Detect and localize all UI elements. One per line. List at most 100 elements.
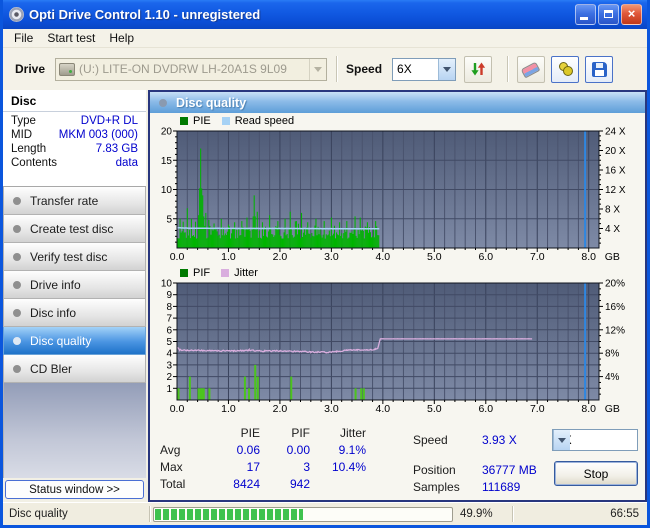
save-floppy-icon <box>591 61 607 77</box>
svg-text:8.0: 8.0 <box>581 403 596 415</box>
svg-text:4: 4 <box>166 349 172 360</box>
svg-text:16%: 16% <box>605 302 625 313</box>
drive-label: Drive <box>15 62 46 76</box>
svg-text:12 X: 12 X <box>605 185 626 196</box>
info-label: Contents <box>11 157 58 169</box>
pie-plot: 5 10 15 20 4 X 8 X 12 X 16 X 20 X 24 X 0.0 1.0 2.0 3.… <box>161 127 626 263</box>
disc-info-row: MID MKM 003 (000) <box>3 128 146 142</box>
svg-text:10: 10 <box>161 279 173 290</box>
test-speed-select-arrow[interactable] <box>553 430 570 450</box>
window-controls: × <box>575 4 642 25</box>
sidebar-item-verify-test-disc[interactable]: Verify test disc <box>3 243 146 271</box>
maximize-button[interactable] <box>598 4 619 25</box>
test-speed-select[interactable]: 4X <box>552 429 638 451</box>
sidebar-item-label: Create test disc <box>30 221 114 236</box>
svg-text:2: 2 <box>166 372 172 383</box>
samples-stat-value: 111689 <box>482 480 521 494</box>
main-panel: Disc quality PIE Read speed 5 10 15 20 4 X8 X1… <box>148 90 647 502</box>
status-window-button[interactable]: Status window >> <box>5 480 144 499</box>
chevron-down-icon <box>558 437 566 443</box>
menu-help[interactable]: Help <box>102 30 141 46</box>
disc-icon <box>13 336 21 345</box>
pie-readspeed-chart: PIE Read speed 5 10 15 20 4 X 8 X 12 X 16 X 20 X 24… <box>150 113 645 265</box>
speed-label: Speed <box>346 62 383 76</box>
stat-col-header: PIE <box>240 426 260 440</box>
drive-select-arrow <box>309 58 327 80</box>
window-title: Opti Drive Control 1.10 - unregistered <box>29 7 261 22</box>
sidebar-item-transfer-rate[interactable]: Transfer rate <box>3 187 146 215</box>
stat-value-pie-max: 17 <box>246 460 260 474</box>
toolbar: Drive (U:) LITE-ON DVDRW LH-20A1S 9L09 S… <box>3 48 647 90</box>
title-bar[interactable]: Opti Drive Control 1.10 - unregistered × <box>3 0 647 29</box>
eraser-icon <box>520 61 541 78</box>
sidebar-item-create-test-disc[interactable]: Create test disc <box>3 215 146 243</box>
progress-fill <box>155 508 303 520</box>
speed-select[interactable]: 6X <box>392 57 457 81</box>
stat-value-jitter-avg: 9.1% <box>338 443 366 457</box>
erase-disc-button[interactable] <box>517 55 546 83</box>
sidebar-item-label: Drive info <box>30 277 81 292</box>
stat-col-header: Jitter <box>339 426 366 440</box>
svg-text:6: 6 <box>166 325 172 336</box>
info-label: MID <box>11 129 33 141</box>
legend-swatch <box>180 269 188 277</box>
speed-select-arrow[interactable] <box>438 58 456 80</box>
legend-label: PIE <box>193 115 211 127</box>
position-stat-label: Position <box>413 463 456 477</box>
stat-value-jitter-max: 10.4% <box>331 460 366 474</box>
sidebar-item-disc-quality[interactable]: Disc quality <box>3 327 146 355</box>
maximize-icon <box>604 10 613 18</box>
svg-text:3.0: 3.0 <box>324 251 339 263</box>
refresh-button[interactable] <box>464 55 493 83</box>
statusbar-progress-cell <box>150 506 456 522</box>
sidebar-item-disc-info[interactable]: Disc info <box>3 299 146 327</box>
disc-icon <box>13 252 21 261</box>
panel-header: Disc quality <box>150 92 645 113</box>
pif-jitter-chart: PIF Jitter 1 2 3 4 5 6 7 8 9 10 4% 8% 12% 16% 20% 0.0 1.0 2… <box>150 265 645 417</box>
sidebar-item-label: Verify test disc <box>30 249 108 264</box>
refresh-arrows-icon <box>471 62 486 76</box>
svg-text:4.0: 4.0 <box>376 251 391 263</box>
svg-text:8.0: 8.0 <box>581 251 596 263</box>
stats-panel: PIE PIF Jitter Avg 0.06 0.00 9.1% Max 17… <box>150 417 645 500</box>
svg-text:8: 8 <box>166 302 172 313</box>
svg-text:24 X: 24 X <box>605 127 626 138</box>
toolbar-separator <box>336 56 338 82</box>
svg-text:8 X: 8 X <box>605 205 620 216</box>
content-area: Disc Type DVD+R DL MID MKM 003 (000) Len… <box>3 90 647 502</box>
speed-select-value: 6X <box>397 62 412 76</box>
svg-text:1: 1 <box>166 384 172 395</box>
close-button[interactable]: × <box>621 4 642 25</box>
drive-select-value: (U:) LITE-ON DVDRW LH-20A1S 9L09 <box>79 62 287 76</box>
legend-label: Read speed <box>234 115 295 127</box>
pif-legend: PIF Jitter <box>180 265 645 279</box>
legend-swatch <box>180 117 188 125</box>
svg-text:6.0: 6.0 <box>478 403 493 415</box>
svg-text:9: 9 <box>166 290 172 301</box>
menu-start-test[interactable]: Start test <box>40 30 102 46</box>
svg-text:0.0: 0.0 <box>170 403 185 415</box>
svg-text:7: 7 <box>166 314 172 325</box>
stop-button[interactable]: Stop <box>554 461 638 486</box>
svg-text:10: 10 <box>161 185 173 196</box>
svg-text:2.0: 2.0 <box>273 251 288 263</box>
svg-text:20: 20 <box>161 127 173 138</box>
minimize-button[interactable] <box>575 4 596 25</box>
sidebar-item-drive-info[interactable]: Drive info <box>3 271 146 299</box>
menu-file[interactable]: File <box>7 30 40 46</box>
sidebar-item-label: Disc info <box>30 305 77 320</box>
stat-col-header: PIF <box>291 426 310 440</box>
disc-icon <box>13 308 21 317</box>
disc-info-row: Contents data <box>3 156 146 170</box>
legend-swatch <box>221 117 230 125</box>
svg-text:7.0: 7.0 <box>530 251 545 263</box>
save-button[interactable] <box>585 55 614 83</box>
sidebar-item-cd-bler[interactable]: CD Bler <box>3 355 146 383</box>
position-stat-value: 36777 MB <box>482 463 537 477</box>
svg-text:1.0: 1.0 <box>221 403 236 415</box>
stat-row-label: Avg <box>160 443 181 457</box>
pif-plot: 12345678910 4% 8% 12% 16% 20% 0.0 1.0 2.0 3.0 4.0 5… <box>161 279 625 415</box>
svg-text:20%: 20% <box>605 279 625 290</box>
legend-swatch <box>221 269 230 277</box>
clean-drive-button[interactable] <box>551 55 580 83</box>
